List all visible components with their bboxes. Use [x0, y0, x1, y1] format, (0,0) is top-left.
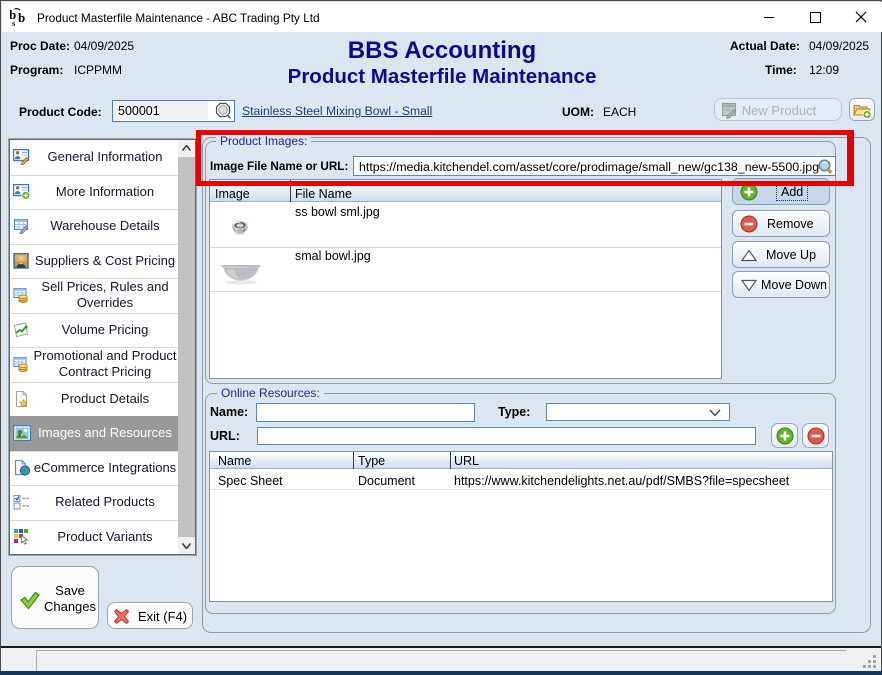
svg-text:b: b	[18, 10, 25, 25]
